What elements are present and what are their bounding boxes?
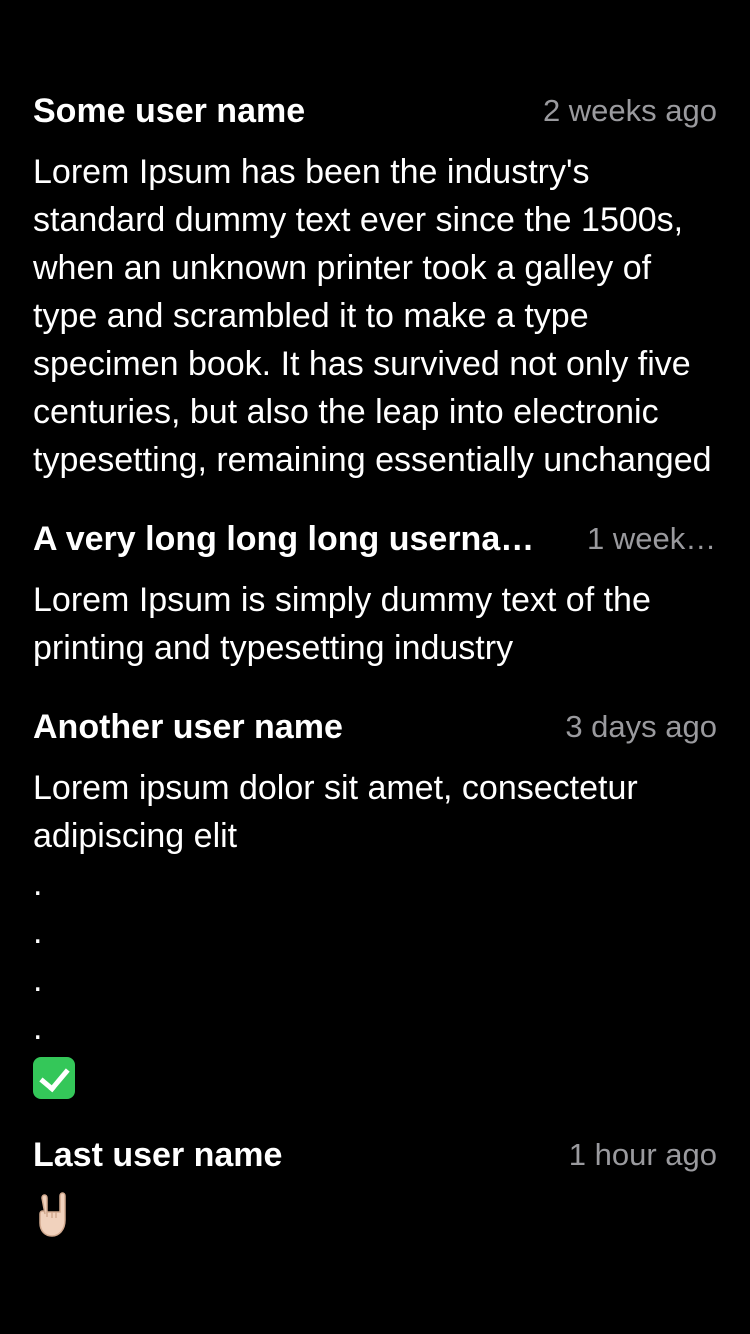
comment-timestamp: 3 days ago (565, 709, 717, 744)
comment-text: Lorem ipsum dolor sit amet, consectetur … (33, 769, 638, 1047)
comment-text: Lorem Ipsum is simply dummy text of the … (33, 581, 651, 667)
comment-header: Last user name 1 hour ago (33, 1130, 717, 1180)
comment-emoji (33, 1052, 717, 1100)
comment-item[interactable]: A very long long long username that gets… (33, 514, 717, 672)
comment-item[interactable]: Another user name 3 days ago Lorem ipsum… (33, 702, 717, 1100)
comment-text: Lorem Ipsum has been the industry's stan… (33, 153, 712, 479)
comment-header: Another user name 3 days ago (33, 702, 717, 752)
comment-emoji (33, 1188, 717, 1238)
comment-timestamp: 1 week ago (587, 521, 717, 556)
comment-username[interactable]: Another user name (33, 708, 343, 747)
comment-header: A very long long long username that gets… (33, 514, 717, 564)
comment-username[interactable]: Last user name (33, 1136, 282, 1175)
comment-header: Some user name 2 weeks ago (33, 86, 717, 136)
check-mark-button-icon (33, 1057, 75, 1100)
comment-feed: Some user name 2 weeks ago Lorem Ipsum h… (33, 86, 717, 1268)
sign-of-the-horns-icon (39, 1192, 66, 1238)
comment-timestamp: 2 weeks ago (542, 93, 717, 128)
comment-username[interactable]: A very long long long username that gets… (33, 520, 553, 559)
comment-username[interactable]: Some user name (33, 92, 305, 131)
comment-item[interactable]: Last user name 1 hour ago (33, 1130, 717, 1238)
comment-timestamp: 1 hour ago (568, 1137, 717, 1172)
comment-item[interactable]: Some user name 2 weeks ago Lorem Ipsum h… (33, 86, 717, 484)
